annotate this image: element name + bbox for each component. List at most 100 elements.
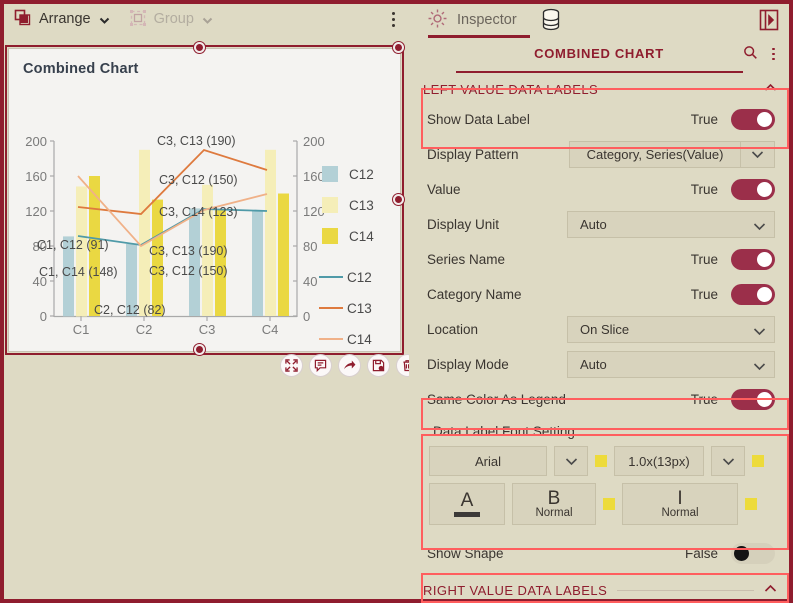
- svg-text:160: 160: [303, 169, 325, 184]
- svg-text:C1, C14 (148): C1, C14 (148): [39, 265, 118, 279]
- svg-text:120: 120: [303, 204, 325, 219]
- expand-button[interactable]: [280, 354, 303, 377]
- property-row-series-name[interactable]: Series Name True: [409, 242, 789, 277]
- svg-text:C1: C1: [73, 322, 90, 337]
- application-window: Arrange Group Combined Chart 200 160 120…: [0, 0, 793, 603]
- display-mode-select[interactable]: Auto: [567, 351, 775, 378]
- same-color-as-legend-toggle[interactable]: [731, 389, 775, 410]
- combined-chart-plot: 200160120 80400 200160120 80400 C1 C2 C3…: [25, 134, 374, 347]
- font-family-select[interactable]: Arial: [429, 446, 547, 476]
- arrange-menu[interactable]: Arrange: [4, 4, 119, 34]
- font-size-swatch[interactable]: [752, 455, 764, 467]
- svg-text:C14: C14: [347, 332, 372, 347]
- italic-glyph: I: [677, 487, 683, 509]
- property-row-category-name[interactable]: Category Name True: [409, 277, 789, 312]
- combined-chart-card[interactable]: Combined Chart 200 160 120 80 40 0 200 160 120: [8, 48, 401, 352]
- bold-swatch[interactable]: [603, 498, 615, 510]
- toolbar-more-button[interactable]: [392, 11, 409, 27]
- font-color-swatch[interactable]: [595, 455, 607, 467]
- bold-value: Normal: [535, 507, 573, 520]
- property-label: Series Name: [427, 252, 506, 267]
- svg-text:C12: C12: [347, 270, 372, 285]
- property-label: Value: [427, 182, 461, 197]
- svg-text:200: 200: [303, 134, 325, 149]
- font-size-select[interactable]: 1.0x(13px): [614, 446, 704, 476]
- chevron-up-icon[interactable]: [764, 584, 777, 596]
- value-toggle[interactable]: [731, 179, 775, 200]
- group-menu[interactable]: Group: [119, 4, 222, 34]
- property-value: True: [690, 287, 718, 302]
- property-label: Location: [427, 322, 479, 337]
- tab-inspector[interactable]: Inspector: [427, 8, 517, 34]
- font-family-dropdown-button[interactable]: [554, 446, 588, 476]
- underline-bar: [454, 512, 480, 518]
- panel-more-button[interactable]: [772, 47, 775, 61]
- svg-text:120: 120: [25, 204, 47, 219]
- svg-text:160: 160: [25, 169, 47, 184]
- property-row-display-unit[interactable]: Display Unit Auto: [409, 207, 789, 242]
- selection-handle-right[interactable]: [393, 194, 404, 205]
- show-shape-toggle[interactable]: [731, 542, 775, 564]
- font-color-glyph: A: [460, 489, 474, 511]
- chevron-down-icon: [753, 324, 766, 339]
- property-row-display-mode[interactable]: Display Mode Auto: [409, 347, 789, 382]
- category-name-toggle[interactable]: [731, 284, 775, 305]
- property-row-value[interactable]: Value True: [409, 172, 789, 207]
- chevron-down-icon: [753, 219, 766, 234]
- comment-button[interactable]: [309, 354, 332, 377]
- divider: [617, 589, 754, 591]
- inspector-tabbar: Inspector: [409, 4, 789, 38]
- select-value: Auto: [580, 357, 607, 372]
- selection-handle-top-right[interactable]: [393, 42, 404, 53]
- overlapping-squares-icon: [14, 9, 32, 30]
- panel-collapse-icon[interactable]: [759, 9, 779, 34]
- save-button[interactable]: [367, 354, 390, 377]
- canvas-pane: Arrange Group Combined Chart 200 160 120…: [0, 0, 419, 603]
- svg-text:C12: C12: [349, 167, 374, 182]
- section-right-value-data-labels[interactable]: RIGHT VALUE DATA LABELS: [409, 577, 789, 603]
- chevron-down-icon: [753, 359, 766, 374]
- canvas-toolbar: Arrange Group: [4, 4, 409, 34]
- share-button[interactable]: [338, 354, 361, 377]
- property-value: True: [690, 112, 718, 127]
- svg-text:200: 200: [25, 134, 47, 149]
- italic-swatch[interactable]: [745, 498, 757, 510]
- selection-handle-top[interactable]: [194, 42, 205, 53]
- property-row-same-color-as-legend[interactable]: Same Color As Legend True: [409, 382, 789, 417]
- property-row-show-data-label[interactable]: Show Data Label True: [409, 102, 789, 137]
- section-left-value-data-labels[interactable]: LEFT VALUE DATA LABELS: [409, 76, 789, 102]
- panel-header: COMBINED CHART: [409, 44, 789, 73]
- show-data-label-toggle[interactable]: [731, 109, 775, 130]
- svg-text:80: 80: [303, 239, 317, 254]
- property-row-display-pattern[interactable]: Display Pattern Category, Series(Value): [409, 137, 789, 172]
- svg-text:40: 40: [303, 274, 317, 289]
- active-tab-underline: [428, 35, 530, 38]
- section-label: RIGHT VALUE DATA LABELS: [423, 582, 608, 598]
- arrange-label: Arrange: [39, 11, 91, 27]
- display-pattern-select[interactable]: Category, Series(Value): [569, 141, 741, 168]
- property-label: Show Shape: [427, 545, 504, 561]
- bold-button[interactable]: B Normal: [512, 483, 596, 525]
- location-select[interactable]: On Slice: [567, 316, 775, 343]
- chevron-up-icon[interactable]: [764, 83, 777, 95]
- selection-handle-bottom[interactable]: [194, 344, 205, 355]
- property-row-location[interactable]: Location On Slice: [409, 312, 789, 347]
- font-underline-color-button[interactable]: A: [429, 483, 505, 525]
- select-value: On Slice: [580, 322, 630, 337]
- svg-text:C3, C13 (190): C3, C13 (190): [157, 134, 236, 148]
- font-size-dropdown-button[interactable]: [711, 446, 745, 476]
- display-unit-select[interactable]: Auto: [567, 211, 775, 238]
- property-value: False: [684, 545, 718, 561]
- series-name-toggle[interactable]: [731, 249, 775, 270]
- display-pattern-dropdown-button[interactable]: [741, 141, 775, 168]
- italic-button[interactable]: I Normal: [622, 483, 738, 525]
- data-label-font-setting: Data Label Font Setting Arial 1.0x(13px)…: [421, 417, 777, 540]
- property-label: Display Unit: [427, 217, 500, 232]
- property-label: Same Color As Legend: [427, 392, 566, 407]
- svg-text:C3, C12 (150): C3, C12 (150): [149, 264, 228, 278]
- svg-text:C3, C13 (190): C3, C13 (190): [149, 244, 228, 258]
- panel-title: COMBINED CHART: [534, 46, 664, 61]
- property-row-show-shape[interactable]: Show Shape False: [409, 540, 789, 566]
- search-icon[interactable]: [743, 45, 758, 63]
- database-icon[interactable]: [540, 8, 562, 35]
